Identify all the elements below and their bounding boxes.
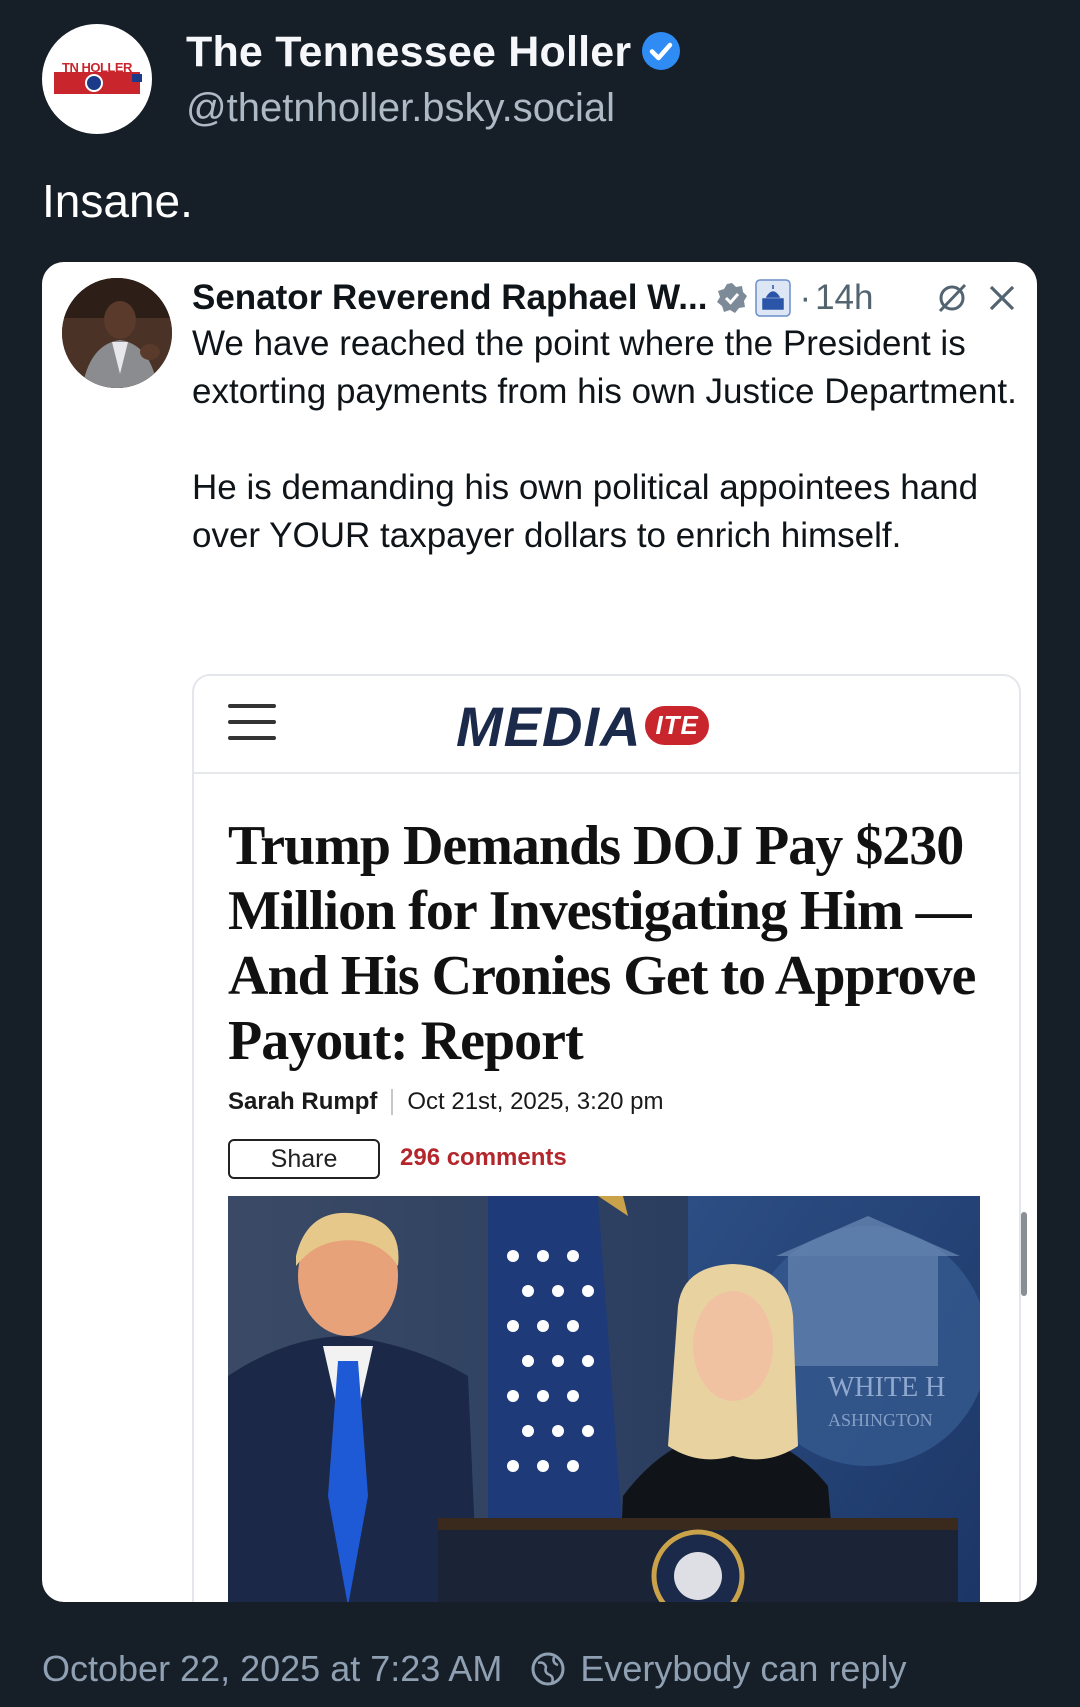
embedded-image[interactable]: Senator Reverend Raphael W... · 14h We h… — [42, 262, 1037, 1602]
post-timestamp[interactable]: October 22, 2025 at 7:23 AM — [42, 1648, 502, 1690]
reply-setting[interactable]: Everybody can reply — [580, 1648, 906, 1690]
article-date: Oct 21st, 2025, 3:20 pm — [407, 1088, 664, 1115]
tweet-paragraph: We have reached the point where the Pres… — [192, 324, 1017, 411]
logo-badge: ITE — [645, 705, 709, 745]
article-preview[interactable]: MEDIA ITE Trump Demands DOJ Pay $230 Mill… — [192, 674, 1021, 1602]
close-icon[interactable] — [987, 283, 1017, 313]
verified-gear-icon — [717, 283, 748, 313]
post-footer: October 22, 2025 at 7:23 AM Everybody ca… — [42, 1648, 906, 1690]
tweet-author: Senator Reverend Raphael W... — [192, 278, 708, 317]
tweet-time-separator: · — [799, 278, 812, 317]
share-button[interactable]: Share — [228, 1139, 380, 1179]
author-avatar[interactable]: TN HOLLER — [42, 24, 152, 134]
handle[interactable]: @thetnholler.bsky.social — [186, 86, 615, 131]
photo-sign-sub: ASHINGTON — [828, 1410, 933, 1430]
tweet-paragraph: He is demanding his own political appoin… — [192, 468, 979, 555]
hamburger-menu-icon[interactable] — [228, 704, 276, 742]
article-author[interactable]: Sarah Rumpf — [228, 1088, 377, 1116]
scrollbar[interactable] — [1021, 1212, 1027, 1296]
logo-text: TN HOLLER — [62, 60, 132, 75]
article-photo: WHITE H ASHINGTON — [228, 1196, 980, 1602]
verified-badge-icon — [642, 31, 681, 70]
tn-holler-logo — [54, 72, 142, 94]
article-headline[interactable]: Trump Demands DOJ Pay $230 Million for I… — [228, 814, 1008, 1074]
senator-avatar — [62, 278, 172, 388]
tweet-body: We have reached the point where the Pres… — [192, 320, 1022, 608]
display-name[interactable]: The Tennessee Holler — [186, 28, 681, 77]
post-text: Insane. — [42, 175, 193, 227]
capitol-flag-icon — [755, 279, 792, 317]
article-topbar: MEDIA ITE — [194, 676, 1019, 774]
globe-icon — [531, 1652, 565, 1686]
photo-sign-text: WHITE H — [828, 1372, 945, 1403]
grok-slash-icon[interactable] — [935, 281, 969, 315]
byline: Sarah Rumpf Oct 21st, 2025, 3:20 pm — [228, 1088, 664, 1116]
tweet-age: 14h — [815, 278, 874, 317]
site-logo[interactable]: MEDIA ITE — [456, 694, 709, 759]
comments-link[interactable]: 296 comments — [400, 1144, 567, 1172]
tweet-header: Senator Reverend Raphael W... · 14h — [192, 276, 1017, 320]
